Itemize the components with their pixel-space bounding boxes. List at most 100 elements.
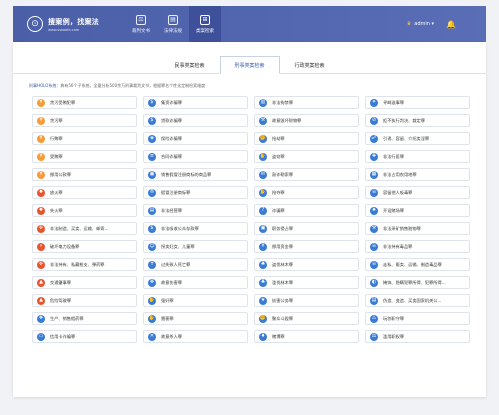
crime-item[interactable]: ✚ 故意伤害罪 xyxy=(143,276,248,289)
crime-item[interactable]: ♠ 开设赌场罪 xyxy=(365,204,470,217)
nav-item-1[interactable]: ⚖ 裁判文书 xyxy=(125,6,157,42)
crime-item[interactable]: ✝ 过失致人死亡罪 xyxy=(143,258,248,271)
crime-item[interactable]: ◈ 保险诈骗罪 xyxy=(143,132,248,145)
money-icon: ¥ xyxy=(37,116,45,125)
broken-icon: ⚒ xyxy=(259,116,267,125)
crime-item[interactable]: ▲ 交通肇事罪 xyxy=(32,276,137,289)
crime-item[interactable]: $ 贷款诈骗罪 xyxy=(143,114,248,127)
crime-item[interactable]: ⚡ 破坏电力设备罪 xyxy=(32,240,137,253)
crime-item[interactable]: ⊘ 拒不执行判决、裁定罪 xyxy=(365,114,470,127)
crime-item[interactable]: ▭ 信用卡诈骗罪 xyxy=(32,330,137,343)
crime-item[interactable]: ✊ 抢劫罪 xyxy=(254,132,359,145)
crime-item[interactable]: $ 集资诈骗罪 xyxy=(143,96,248,109)
hide-icon: ◐ xyxy=(370,278,378,287)
username: admin ▾ xyxy=(414,21,435,27)
tab-2[interactable]: 刑事类案检索 xyxy=(219,56,280,74)
tab-3[interactable]: 行政类案检索 xyxy=(280,56,340,74)
crime-item[interactable]: ✊ 聚众斗殴罪 xyxy=(254,312,359,325)
crime-item[interactable]: ✉ 敲诈勒索罪 xyxy=(254,168,359,181)
crime-item[interactable]: ◐ 掩饰、隐瞒犯罪所得、犯罪所得... xyxy=(365,276,470,289)
crime-item[interactable]: ⚒ 故意毁坏财物罪 xyxy=(254,114,359,127)
crime-label: 玩忽职守罪 xyxy=(383,315,404,321)
medical-icon: ✚ xyxy=(370,152,378,161)
crime-item[interactable]: ☠ 容留他人吸毒罪 xyxy=(365,186,470,199)
crime-item[interactable]: ¥ 挪用公款罪 xyxy=(32,168,137,181)
crime-label: 开设赌场罪 xyxy=(383,207,404,213)
crime-item[interactable]: ▤ 非法经营罪 xyxy=(143,204,248,217)
crime-item[interactable]: ♦ 赌博罪 xyxy=(254,330,359,343)
crime-item[interactable]: ¥ 受贿罪 xyxy=(32,150,137,163)
crime-item[interactable]: ⚖ 滥用职权罪 xyxy=(365,330,470,343)
notification-bell-icon[interactable]: 🔔 xyxy=(446,20,456,29)
crime-item[interactable]: ▣ 职务侵占罪 xyxy=(254,222,359,235)
injury-icon: ✚ xyxy=(148,278,156,287)
tab-1[interactable]: 民事类案检索 xyxy=(160,56,220,74)
nav-item-3[interactable]: ⊞ 类案检索 xyxy=(189,6,221,42)
nav-item-2[interactable]: ▤ 法律法规 xyxy=(157,6,189,42)
crime-item[interactable]: ▥ 非法拘禁罪 xyxy=(254,96,359,109)
crime-item[interactable]: ✋ 猥亵罪 xyxy=(143,312,248,325)
crime-label: 假冒注册商标罪 xyxy=(161,189,191,195)
crime-label: 非法行医罪 xyxy=(383,153,404,159)
crime-item[interactable]: ✹ 失火罪 xyxy=(32,204,137,217)
crime-label: 滥伐林木罪 xyxy=(272,279,293,285)
logo[interactable]: ⊙ 搜案例，找案法 www.sskaofa.com xyxy=(27,16,117,32)
crime-item[interactable]: ✜ 非法制造、买卖、运输、邮寄... xyxy=(32,222,137,235)
medicine-icon: ✚ xyxy=(37,314,45,323)
crime-label: 贪污受贿犯罪 xyxy=(50,99,76,105)
crime-item[interactable]: ▲ 危险驾驶罪 xyxy=(32,294,137,307)
crime-item[interactable]: ⚠ 玩忽职守罪 xyxy=(365,312,470,325)
office-icon: ▣ xyxy=(259,224,267,233)
crime-item[interactable]: ✦ 寻衅滋事罪 xyxy=(365,96,470,109)
crime-item[interactable]: ⚒ 非法采矿销售赃物罪 xyxy=(365,222,470,235)
crime-item[interactable]: ☠ 非法持有毒品罪 xyxy=(365,240,470,253)
money-icon: ¥ xyxy=(37,98,45,107)
crime-item[interactable]: ¥ 贪污罪 xyxy=(32,114,137,127)
crime-item[interactable]: ✋ 盗窃罪 xyxy=(254,150,359,163)
crime-label: 强奸罪 xyxy=(161,297,174,303)
crime-item[interactable]: ✚ 非法行医罪 xyxy=(365,150,470,163)
scales-icon: ⚖ xyxy=(136,14,146,25)
crime-label: 保险诈骗罪 xyxy=(161,135,182,141)
crime-item[interactable]: ▦ 非法占用农用地罪 xyxy=(365,168,470,181)
crime-item[interactable]: ♣ 盗伐林木罪 xyxy=(254,258,359,271)
crime-item[interactable]: ® 假冒注册商标罪 xyxy=(143,186,248,199)
trademark-icon: ® xyxy=(148,188,156,197)
crime-item[interactable]: ☍ 引诱、容留、介绍卖淫罪 xyxy=(365,132,470,145)
crime-item[interactable]: ? 诈骗罪 xyxy=(254,204,359,217)
bribe-icon: ¥ xyxy=(37,134,45,143)
mining-icon: ⚒ xyxy=(370,224,378,233)
crime-item[interactable]: ¥ 行贿罪 xyxy=(32,132,137,145)
assault-icon: ✋ xyxy=(148,296,156,305)
crime-label: 非法拘禁罪 xyxy=(272,99,293,105)
crime-label: 滥用职权罪 xyxy=(383,333,404,339)
crime-item[interactable]: ¥ 贪污受贿犯罪 xyxy=(32,96,137,109)
crime-item[interactable]: ☠ 走私、贩卖、运输、制造毒品罪 xyxy=(365,258,470,271)
crime-label: 拒不执行判决、裁定罪 xyxy=(383,117,425,123)
crime-item[interactable]: ♣ 滥伐林木罪 xyxy=(254,276,359,289)
crime-item[interactable]: ✚ 生产、销售假药罪 xyxy=(32,312,137,325)
tree-icon: ♣ xyxy=(259,260,267,269)
user-menu[interactable]: ♛ admin ▾ xyxy=(407,21,434,27)
drug-icon: ☠ xyxy=(370,242,378,251)
crime-item[interactable]: ✜ 非法持有、私藏枪支、弹药罪 xyxy=(32,258,137,271)
crime-item[interactable]: ✋ 抢夺罪 xyxy=(254,186,359,199)
crime-item[interactable]: ¥ 挪用资金罪 xyxy=(254,240,359,253)
crime-item[interactable]: $ 非法吸收公众存款罪 xyxy=(143,222,248,235)
main-nav: ⚖ 裁判文书 ▤ 法律法规 ⊞ 类案检索 xyxy=(125,6,221,42)
crime-item[interactable]: ▣ 销售假冒注册商标的商品罪 xyxy=(143,168,248,181)
crime-item[interactable]: ☺ 拐卖妇女、儿童罪 xyxy=(143,240,248,253)
crime-item[interactable]: ▤ 伪造、变造、买卖国家机关公... xyxy=(365,294,470,307)
crime-label: 挪用公款罪 xyxy=(50,171,71,177)
bribe-icon: ¥ xyxy=(37,152,45,161)
crime-label: 破坏电力设备罪 xyxy=(50,243,80,249)
crime-item[interactable]: ≡ 合同诈骗罪 xyxy=(143,150,248,163)
deposit-icon: $ xyxy=(148,224,156,233)
crime-item[interactable]: ★ 妨害公务罪 xyxy=(254,294,359,307)
crime-item[interactable]: ✹ 放火罪 xyxy=(32,186,137,199)
assault-icon: ✋ xyxy=(148,314,156,323)
loan-icon: $ xyxy=(148,116,156,125)
crime-item[interactable]: ✋ 强奸罪 xyxy=(143,294,248,307)
crime-item[interactable]: ✕ 故意杀人罪 xyxy=(143,330,248,343)
crime-label: 伪造、变造、买卖国家机关公... xyxy=(383,297,442,303)
